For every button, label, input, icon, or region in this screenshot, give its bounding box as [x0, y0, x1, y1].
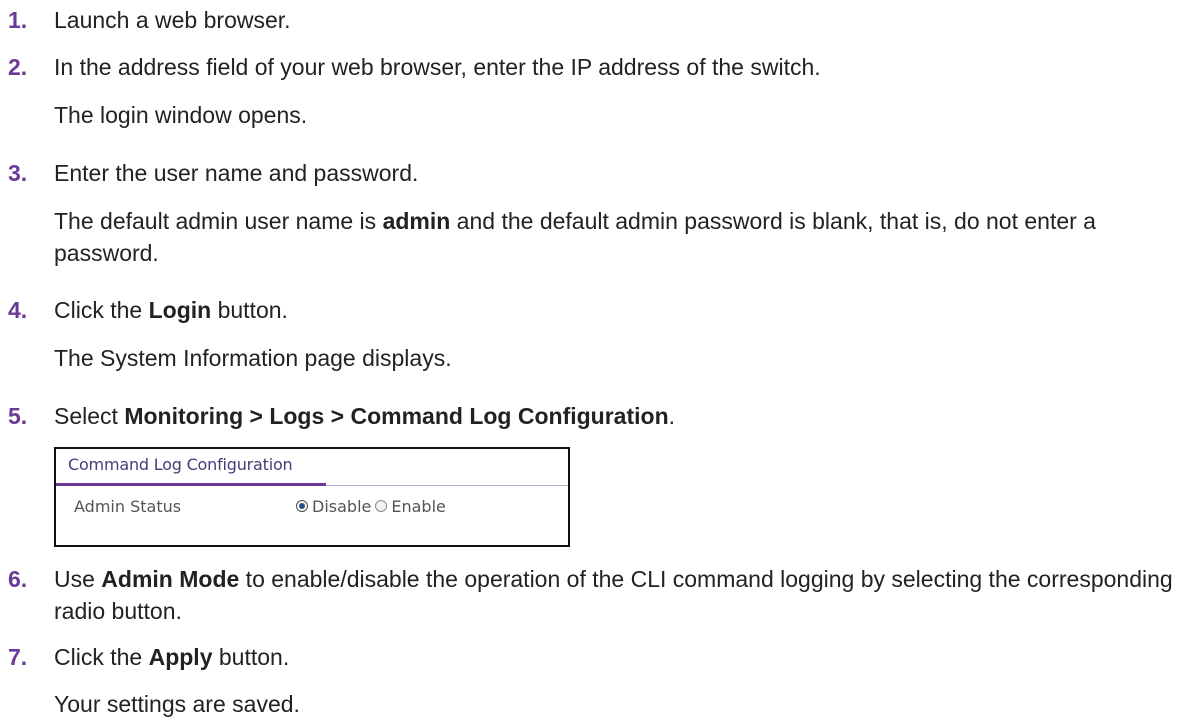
step-text: Launch a web browser. [54, 7, 291, 33]
step-number: 1. [8, 7, 28, 33]
step-text-part: . [668, 403, 676, 429]
step-number: 7. [8, 644, 28, 670]
enable-radio-label[interactable]: Enable [391, 497, 446, 516]
step-2-note: The login window opens. [54, 102, 308, 128]
step-bold-text: Monitoring > Logs > Command Log Configur… [124, 403, 669, 429]
step-text: Click the Apply button. [54, 641, 1200, 673]
step-6: 6. Use Admin Mode to enable/disable the … [8, 563, 1198, 627]
step-text-part: Click the [54, 297, 149, 323]
step-text-part: Click the [54, 644, 149, 670]
step-4-note: The System Information page displays. [54, 345, 452, 371]
step-7-note: Your settings are saved. [54, 691, 300, 717]
step-number: 2. [8, 54, 28, 80]
step-bold-text: Apply [148, 644, 213, 670]
step-number: 4. [8, 297, 28, 323]
note-text: The default admin user name is [54, 208, 383, 234]
step-text-part: Select [54, 403, 125, 429]
step-number: 3. [8, 160, 28, 186]
step-text-part: button. [212, 644, 290, 670]
note-bold-text: admin [382, 208, 451, 234]
admin-status-label: Admin Status [74, 497, 182, 516]
command-log-config-panel: Command Log Configuration Admin Status D… [54, 447, 570, 547]
admin-status-radio-group: Disable Enable [296, 497, 450, 516]
panel-title: Command Log Configuration [68, 455, 293, 474]
panel-title-underline [56, 483, 326, 486]
step-text: In the address field of your web browser… [54, 54, 821, 80]
enable-radio[interactable] [375, 500, 388, 512]
step-3-note: The default admin user name is admin and… [54, 205, 1200, 269]
step-text: Click the Login button. [54, 294, 1200, 326]
step-bold-text: Admin Mode [101, 566, 240, 592]
step-text: Enter the user name and password. [54, 160, 419, 186]
step-text-part: button. [211, 297, 288, 323]
step-text: Use Admin Mode to enable/disable the ope… [54, 563, 1200, 627]
step-text-part: Use [54, 566, 102, 592]
step-bold-text: Login [148, 297, 212, 323]
document-page: 1. Launch a web browser. 2. In the addre… [0, 0, 1202, 727]
step-number: 5. [8, 403, 28, 429]
disable-radio-label[interactable]: Disable [312, 497, 371, 516]
step-number: 6. [8, 566, 28, 592]
step-text: Select Monitoring > Logs > Command Log C… [54, 400, 1200, 432]
disable-radio[interactable] [296, 500, 308, 512]
